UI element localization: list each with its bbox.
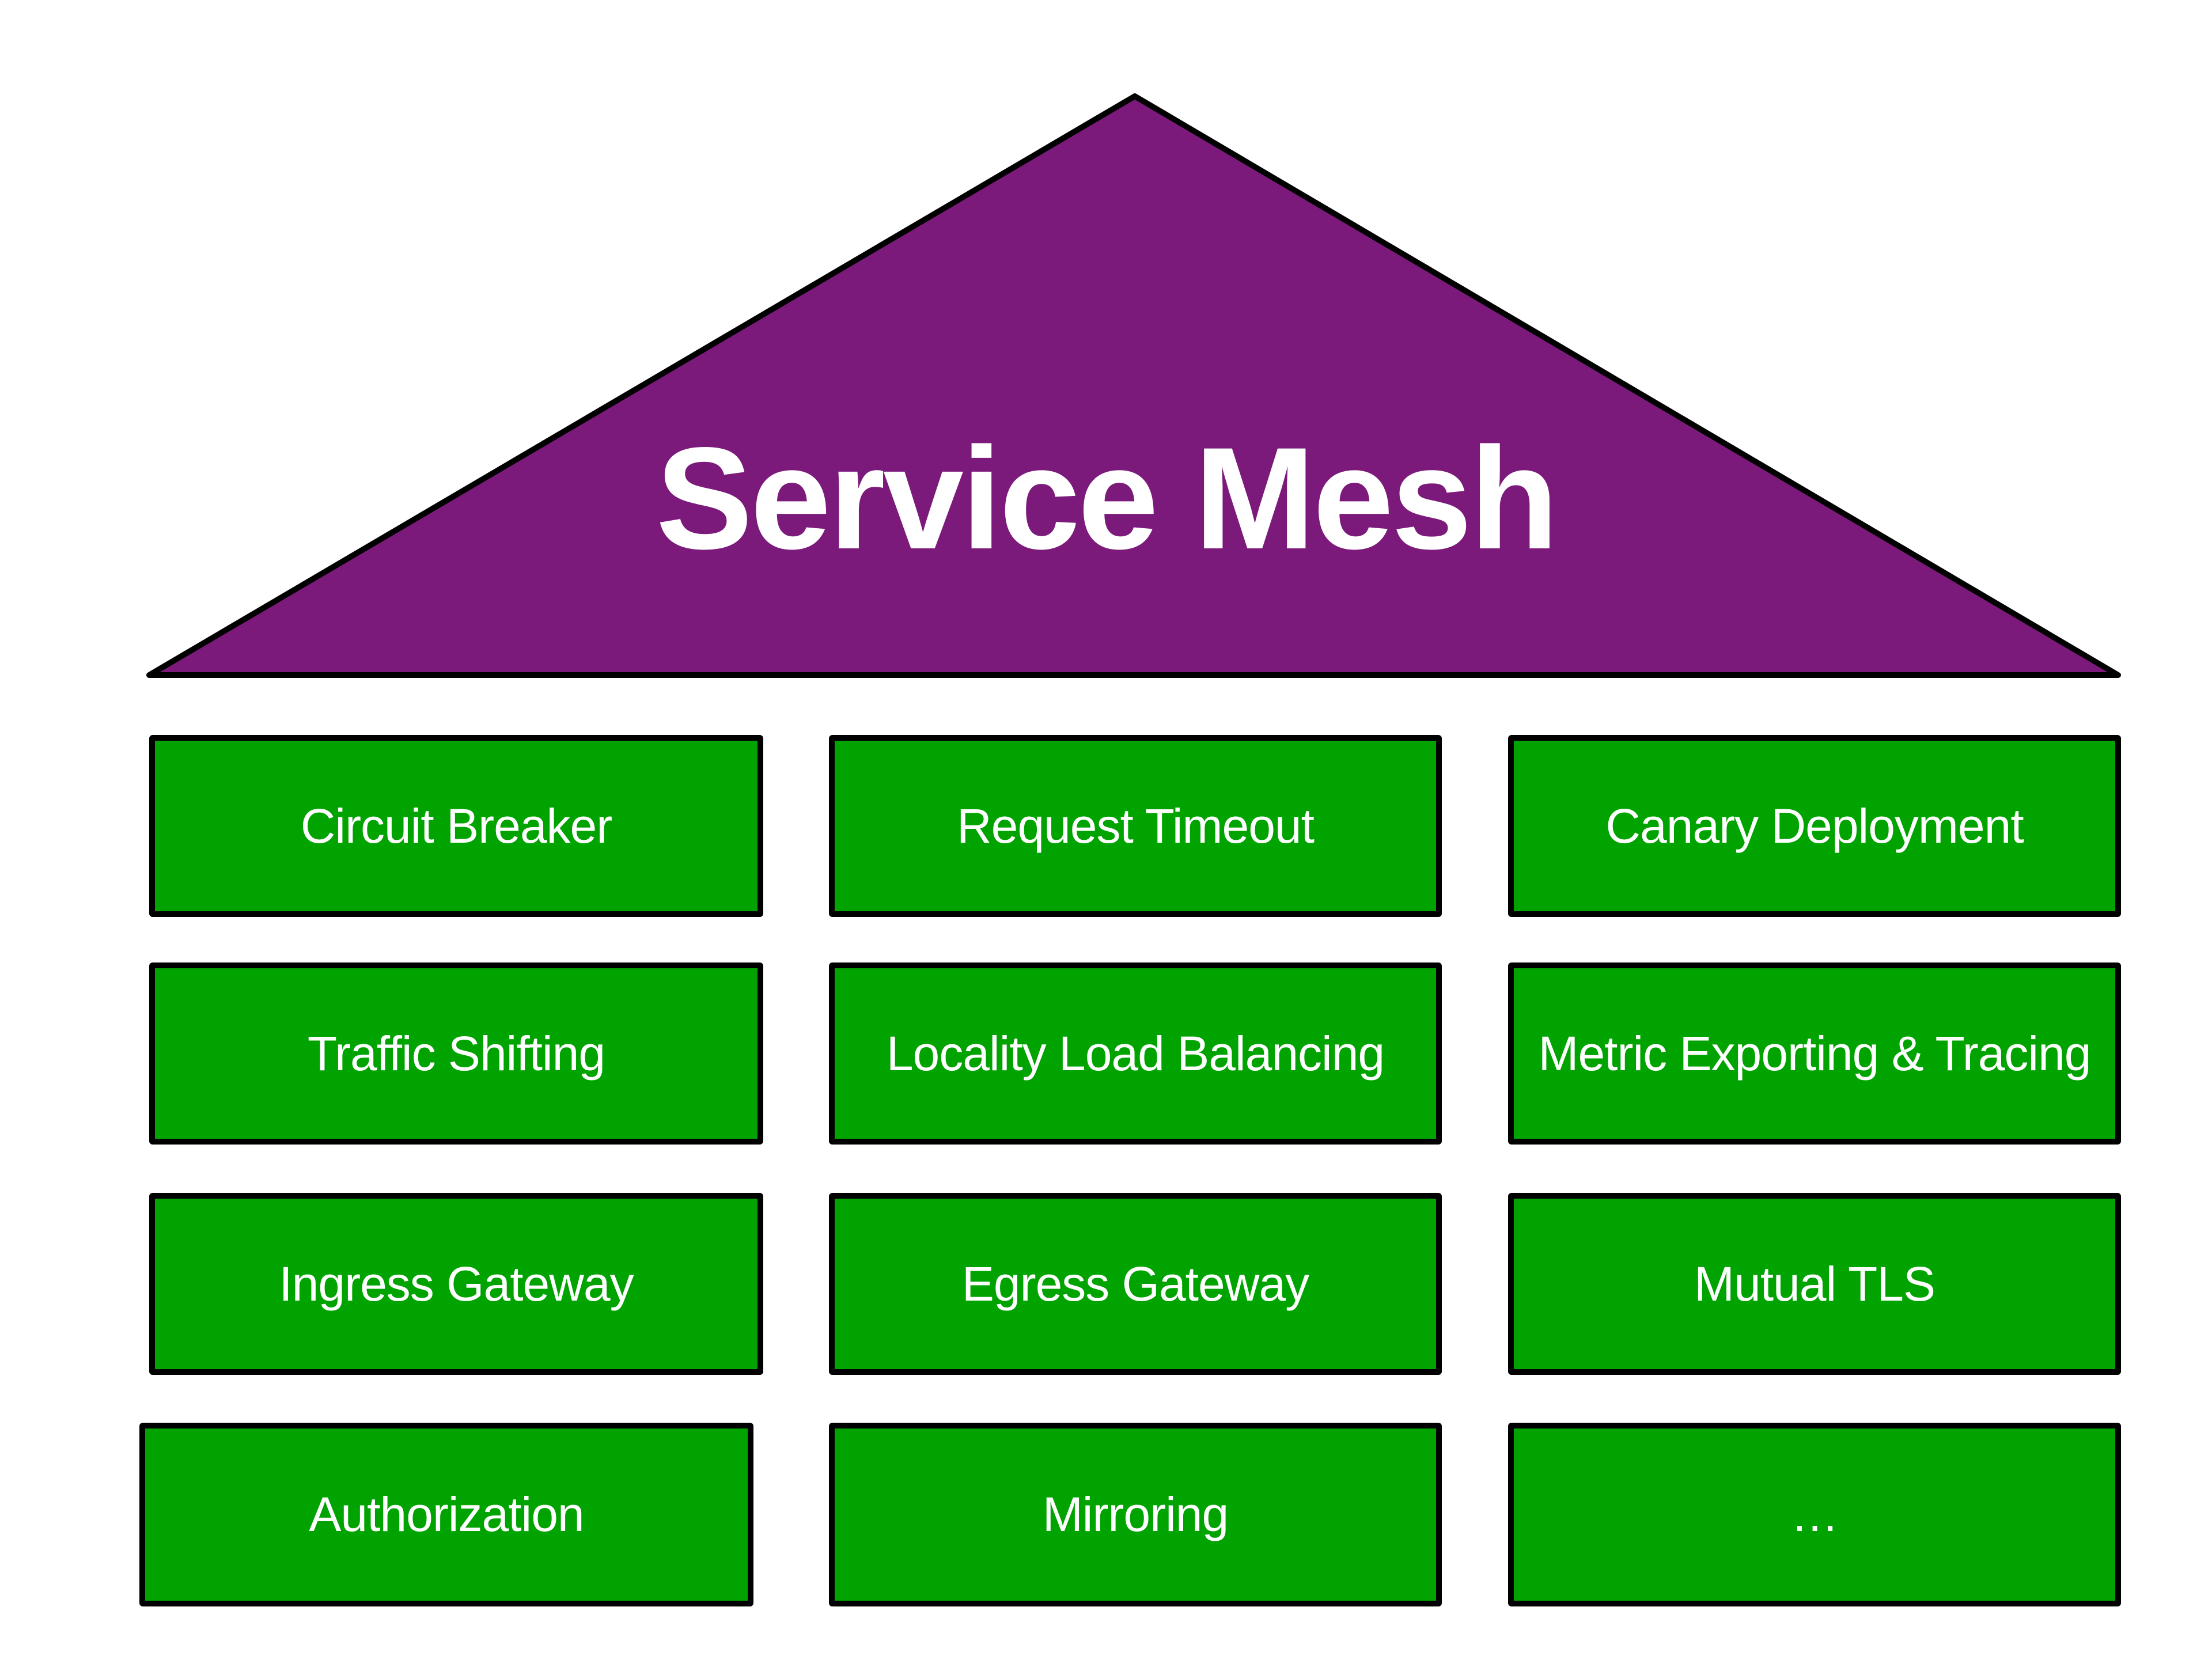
feature-box: Circuit Breaker: [149, 735, 763, 917]
roof-triangle: [146, 93, 2121, 678]
feature-label: Mutual TLS: [1694, 1256, 1936, 1311]
feature-box: Locality Load Balancing: [829, 962, 1442, 1145]
feature-label: Request Timeout: [956, 798, 1315, 853]
feature-box: Egress Gateway: [829, 1193, 1442, 1375]
feature-label: Authorization: [309, 1487, 584, 1541]
feature-label: Mirroring: [1042, 1487, 1229, 1541]
feature-box: Canary Deployment: [1508, 735, 2121, 917]
feature-label: Traffic Shifting: [307, 1026, 605, 1081]
feature-box: Request Timeout: [829, 735, 1442, 917]
feature-label: Canary Deployment: [1605, 798, 2024, 853]
feature-box: Ingress Gateway: [149, 1193, 763, 1375]
feature-box: Metric Exporting & Tracing: [1508, 962, 2121, 1145]
feature-box: …: [1508, 1423, 2121, 1606]
feature-label: Metric Exporting & Tracing: [1538, 1026, 2091, 1081]
feature-box: Mutual TLS: [1508, 1193, 2121, 1375]
feature-box: Traffic Shifting: [149, 962, 763, 1145]
feature-label: Circuit Breaker: [300, 798, 612, 853]
roof-shape: [146, 93, 2121, 678]
feature-label: Ingress Gateway: [279, 1256, 634, 1311]
feature-label: Egress Gateway: [961, 1256, 1309, 1311]
feature-box: Authorization: [139, 1423, 753, 1606]
feature-label: Locality Load Balancing: [886, 1026, 1385, 1081]
diagram-title: Service Mesh: [656, 418, 1559, 579]
feature-label: …: [1790, 1487, 1839, 1541]
feature-box: Mirroring: [829, 1423, 1442, 1606]
